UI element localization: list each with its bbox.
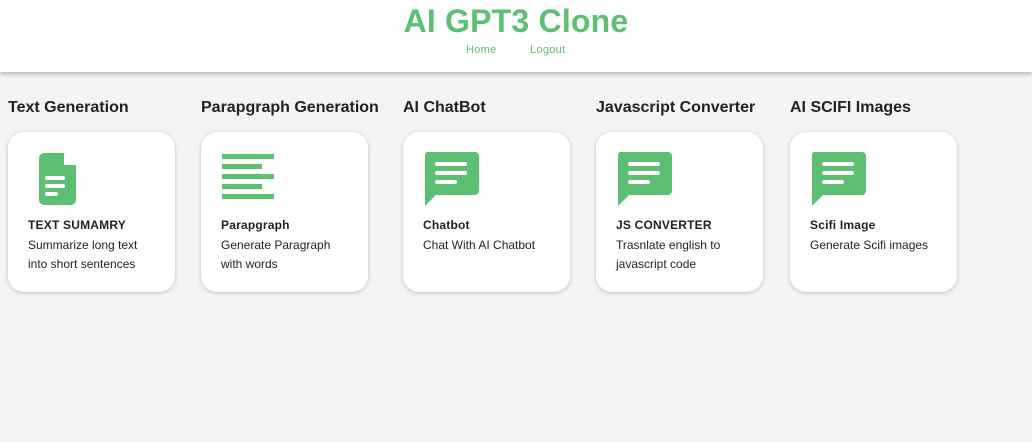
section-title: Javascript Converter <box>596 99 756 116</box>
card-description: Summarize long text into short sentences <box>28 238 138 271</box>
section-title: AI ChatBot <box>403 99 486 116</box>
card-paragraph[interactable]: Parapgraph Generate Paragraph with words <box>201 132 368 292</box>
section-ai-chatbot: AI ChatBot Chatbot Chat With AI Chatbot <box>403 98 593 292</box>
card-description: Chat With AI Chatbot <box>423 238 536 252</box>
card-heading: Chatbot <box>423 218 470 232</box>
chat-bubble-icon <box>423 150 481 208</box>
card-scifi-image[interactable]: Scifi Image Generate Scifi images <box>790 132 957 292</box>
section-ai-scifi-images: AI SCIFI Images Scifi Image Generate Sci… <box>790 98 980 292</box>
paragraph-lines-icon <box>221 150 279 208</box>
card-heading: JS CONVERTER <box>616 218 712 232</box>
section-paragraph-generation: Parapgraph Generation Parapgraph Generat… <box>201 98 391 292</box>
card-text-summary[interactable]: TEXT SUMAMRY Summarize long text into sh… <box>8 132 175 292</box>
card-heading: Scifi Image <box>810 218 876 232</box>
card-chatbot[interactable]: Chatbot Chat With AI Chatbot <box>403 132 570 292</box>
section-javascript-converter: Javascript Converter JS CONVERTER Trasnl… <box>596 98 786 292</box>
section-title: AI SCIFI Images <box>790 99 911 116</box>
section-title: Parapgraph Generation <box>201 99 379 116</box>
top-nav: Home Logout <box>0 44 1032 58</box>
section-title: Text Generation <box>8 99 129 116</box>
nav-home-link[interactable]: Home <box>466 44 497 56</box>
card-description: Generate Scifi images <box>810 238 929 252</box>
document-icon <box>28 150 86 208</box>
card-heading: Parapgraph <box>221 218 290 232</box>
card-description: Trasnlate english to javascript code <box>616 238 721 271</box>
card-heading: TEXT SUMAMRY <box>28 218 126 232</box>
app-title: AI GPT3 Clone <box>403 3 629 39</box>
chat-bubble-icon <box>810 150 868 208</box>
chat-bubble-icon <box>616 150 674 208</box>
section-text-generation: Text Generation TEXT SUMAMRY Summarize l… <box>8 98 198 292</box>
card-js-converter[interactable]: JS CONVERTER Trasnlate english to javasc… <box>596 132 763 292</box>
nav-logout-link[interactable]: Logout <box>530 44 565 56</box>
card-description: Generate Paragraph with words <box>221 238 331 271</box>
app-header: AI GPT3 Clone Home Logout <box>0 0 1032 72</box>
